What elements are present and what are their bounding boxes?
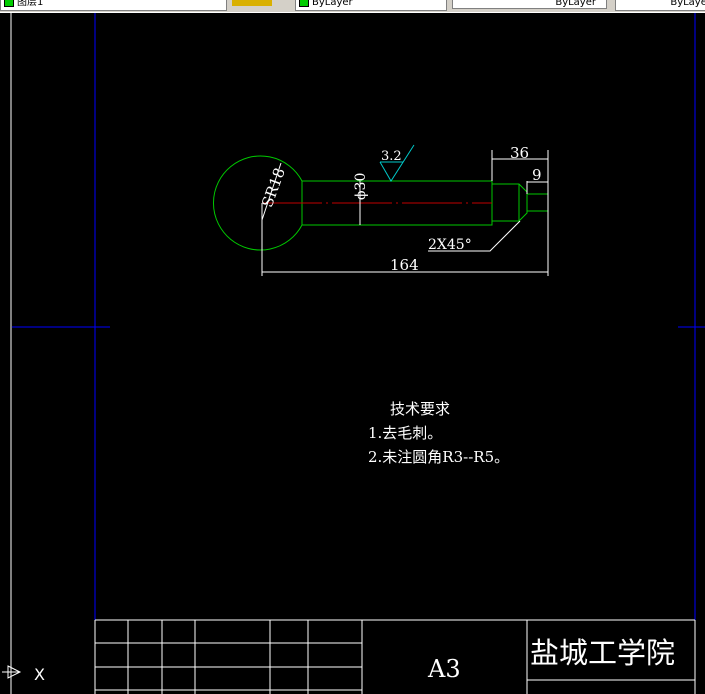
chamfer-label: 2X45° (428, 237, 472, 253)
notes-title: 技术要求 (390, 400, 450, 418)
dim-9: 9 (532, 166, 542, 184)
properties-toolbar: 图层1 ByLayer ByLayer ByLayer (0, 0, 705, 13)
linetype-dropdown[interactable]: ByLayer (452, 0, 607, 9)
note-1: 1.去毛刺。 (368, 424, 442, 442)
linetype-label: ByLayer (555, 0, 596, 8)
layer-name: 图层1 (17, 0, 44, 8)
note-2: 2.未注圆角R3--R5。 (368, 448, 509, 466)
ucs-icon (2, 665, 22, 679)
sheet-size: A3 (427, 655, 461, 683)
dim-164: 164 (390, 256, 419, 274)
end-pin (526, 193, 549, 212)
layer-color-swatch (4, 0, 14, 7)
ucs-x-label: X (34, 665, 45, 684)
color-label: ByLayer (312, 0, 353, 8)
roughness-value: 3.2 (381, 149, 402, 164)
drawing-frame (12, 13, 705, 620)
layer-tools-icon[interactable] (232, 0, 272, 6)
lineweight-label: ByLayer (670, 0, 705, 8)
dim-36: 36 (510, 144, 529, 162)
diameter-label: ϕ30 (353, 173, 369, 200)
school-name: 盐城工学院 (530, 636, 675, 670)
color-swatch (299, 0, 309, 7)
layer-dropdown[interactable]: 图层1 (0, 0, 227, 11)
lineweight-dropdown[interactable]: ByLayer (615, 0, 705, 11)
drawing-canvas[interactable]: SR18 ϕ30 3.2 36 9 2X45° 164 技术要求 1.去毛刺。 … (0, 13, 705, 694)
color-dropdown[interactable]: ByLayer (295, 0, 447, 11)
step-section (492, 183, 528, 222)
